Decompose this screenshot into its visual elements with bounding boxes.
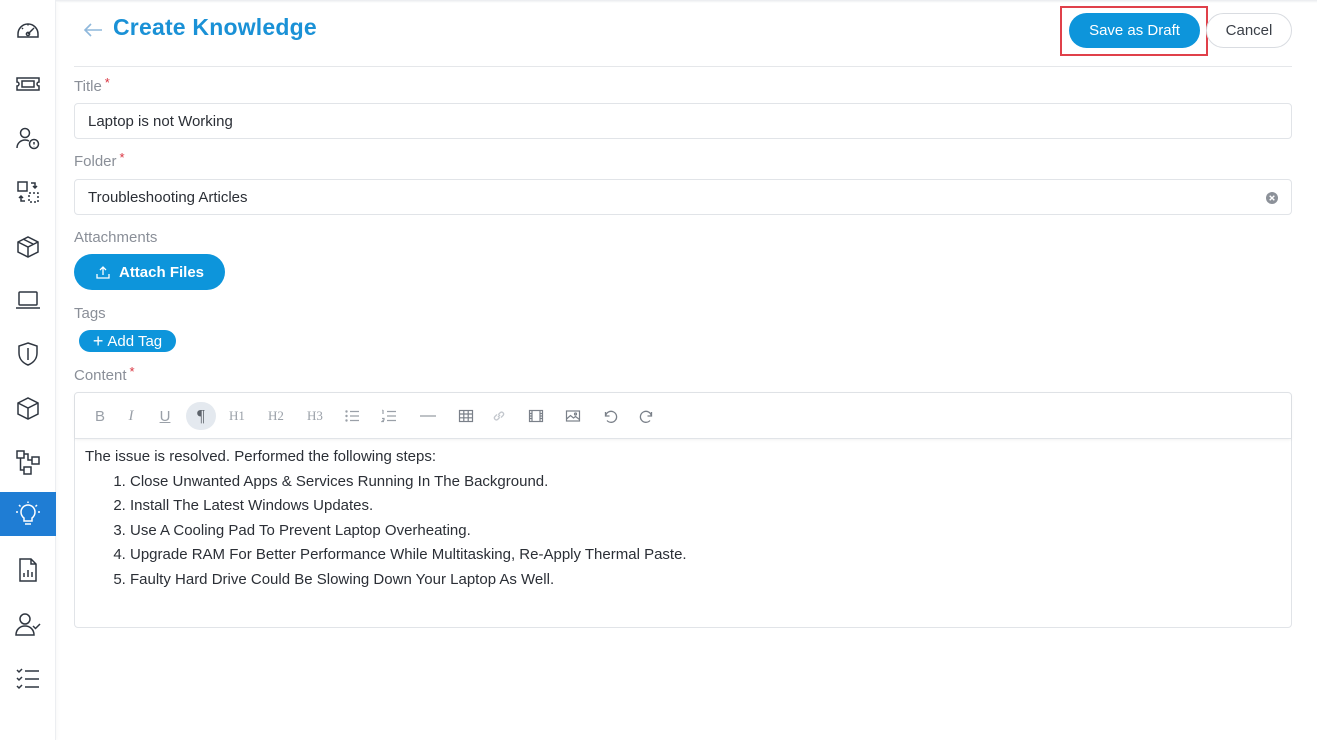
sidebar-item-products[interactable] xyxy=(0,386,56,430)
user-check-icon xyxy=(15,613,41,636)
bullet-list-button[interactable] xyxy=(337,402,367,430)
assets-icon xyxy=(17,236,39,258)
dashboard-icon xyxy=(17,23,39,38)
title-value: Laptop is not Working xyxy=(88,112,233,130)
plus-icon: + xyxy=(92,331,104,351)
underline-button[interactable]: U xyxy=(150,402,180,430)
video-icon xyxy=(528,409,544,423)
sidebar-item-knowledge[interactable] xyxy=(0,492,56,536)
undo-icon xyxy=(604,410,618,423)
editor-content[interactable]: The issue is resolved. Performed the fol… xyxy=(85,445,1281,592)
cancel-button[interactable]: Cancel xyxy=(1206,13,1292,48)
required-mark: * xyxy=(129,364,135,379)
box-icon xyxy=(17,397,39,420)
sidebar-item-workflows[interactable] xyxy=(0,440,56,484)
attach-files-button[interactable]: Attach Files xyxy=(74,254,225,290)
required-mark: * xyxy=(119,150,125,165)
bullet-list-icon xyxy=(345,410,359,422)
folder-value: Troubleshooting Articles xyxy=(88,188,248,206)
save-draft-button[interactable]: Save as Draft xyxy=(1069,13,1200,48)
list-item: Install The Latest Windows Updates. xyxy=(130,494,1281,519)
folder-label: Folder * xyxy=(74,150,125,170)
sidebar xyxy=(0,0,56,740)
add-tag-label: Add Tag xyxy=(107,332,163,350)
redo-button[interactable] xyxy=(632,402,662,430)
sidebar-item-tickets[interactable] xyxy=(0,62,56,106)
undo-button[interactable] xyxy=(595,402,625,430)
sidebar-item-security[interactable] xyxy=(0,332,56,376)
header-divider xyxy=(74,66,1292,67)
horizontal-rule-button[interactable] xyxy=(413,402,443,430)
heading-2-button[interactable]: H2 xyxy=(261,402,291,430)
link-icon xyxy=(493,411,505,421)
folder-select[interactable]: Troubleshooting Articles xyxy=(74,179,1292,215)
italic-button[interactable]: I xyxy=(116,402,146,430)
sidebar-item-dashboard[interactable] xyxy=(0,8,56,52)
sidebar-item-tasks[interactable] xyxy=(0,656,56,700)
lightbulb-icon xyxy=(16,501,40,525)
attach-files-label: Attach Files xyxy=(118,263,205,281)
content-label: Content * xyxy=(74,364,135,384)
sidebar-item-problems[interactable] xyxy=(0,116,56,160)
shield-icon xyxy=(18,342,38,366)
redo-icon xyxy=(639,410,653,423)
add-tag-button[interactable]: + Add Tag xyxy=(79,330,176,352)
laptop-icon xyxy=(16,291,40,309)
table-button[interactable] xyxy=(451,402,481,430)
horizontal-rule-icon xyxy=(420,415,436,417)
change-icon xyxy=(17,181,39,203)
video-button[interactable] xyxy=(521,402,551,430)
paragraph-button[interactable]: ¶ xyxy=(186,402,216,430)
rich-text-editor[interactable]: B I U ¶ H1 H2 H3 The issue is resolved. … xyxy=(74,392,1292,628)
title-label: Title * xyxy=(74,75,110,95)
page-title: Create Knowledge xyxy=(113,14,317,40)
content-intro: The issue is resolved. Performed the fol… xyxy=(85,448,436,465)
table-icon xyxy=(458,409,474,423)
steps-list: Close Unwanted Apps & Services Running I… xyxy=(130,470,1281,593)
sidebar-item-assets[interactable] xyxy=(0,224,56,268)
ordered-list-icon xyxy=(381,409,396,423)
sidebar-item-devices[interactable] xyxy=(0,278,56,322)
clear-icon[interactable] xyxy=(1265,191,1279,205)
required-mark: * xyxy=(104,75,110,90)
workflow-icon xyxy=(16,450,40,475)
attachments-label: Attachments xyxy=(74,229,158,246)
ticket-icon xyxy=(16,77,40,91)
back-arrow-icon[interactable] xyxy=(81,18,105,42)
heading-3-button[interactable]: H3 xyxy=(300,402,330,430)
list-item: Upgrade RAM For Better Performance While… xyxy=(130,543,1281,568)
list-item: Faulty Hard Drive Could Be Slowing Down … xyxy=(130,568,1281,593)
bold-button[interactable]: B xyxy=(85,402,115,430)
checklist-icon xyxy=(16,668,39,690)
heading-1-button[interactable]: H1 xyxy=(222,402,252,430)
link-button[interactable] xyxy=(484,402,514,430)
title-field[interactable]: Laptop is not Working xyxy=(74,103,1292,139)
user-alert-icon xyxy=(16,127,40,150)
upload-icon xyxy=(96,266,110,279)
editor-toolbar: B I U ¶ H1 H2 H3 xyxy=(75,393,1291,439)
list-item: Close Unwanted Apps & Services Running I… xyxy=(130,470,1281,495)
ordered-list-button[interactable] xyxy=(374,402,404,430)
sidebar-item-reports[interactable] xyxy=(0,548,56,592)
image-icon xyxy=(565,410,581,422)
list-item: Use A Cooling Pad To Prevent Laptop Over… xyxy=(130,519,1281,544)
tags-label: Tags xyxy=(74,305,106,322)
sidebar-item-changes[interactable] xyxy=(0,170,56,214)
top-shadow xyxy=(56,0,1317,3)
image-button[interactable] xyxy=(558,402,588,430)
sidebar-item-approvals[interactable] xyxy=(0,602,56,646)
report-icon xyxy=(19,558,37,582)
